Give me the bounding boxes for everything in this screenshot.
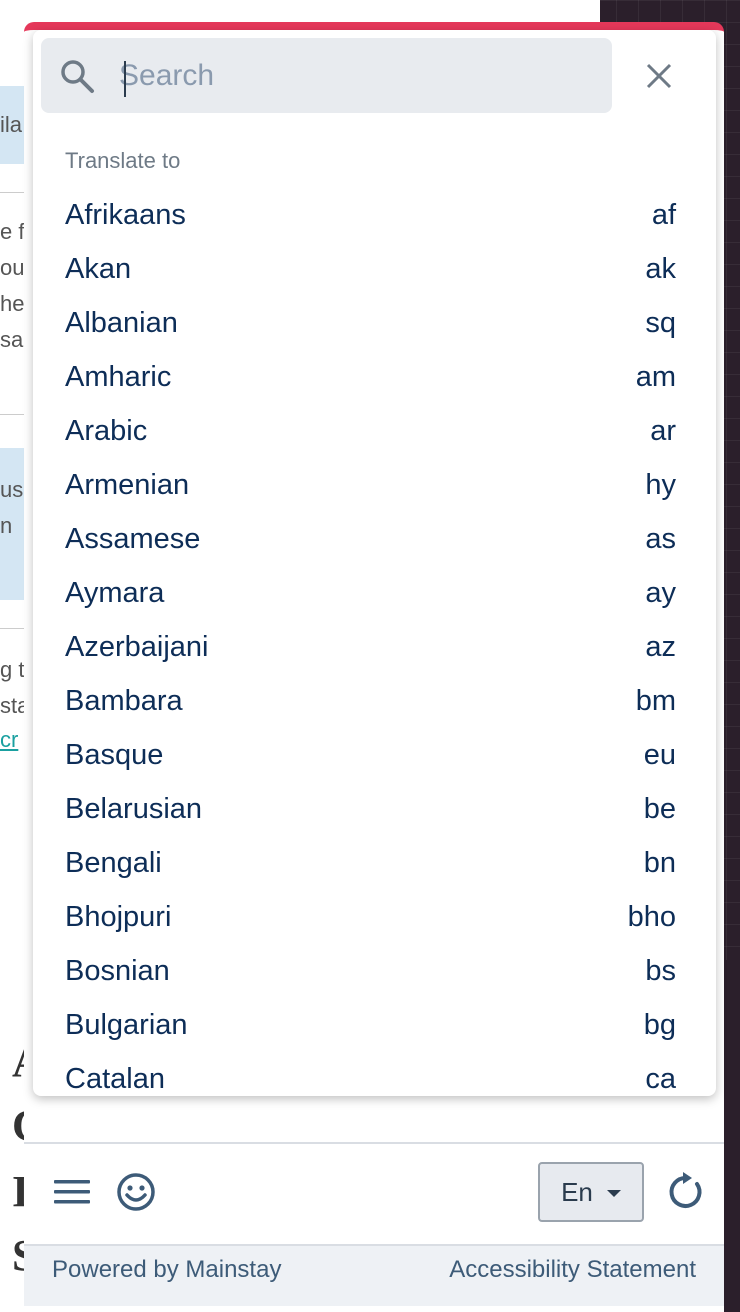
- language-option[interactable]: Afrikaans af: [33, 188, 716, 242]
- underlay-text: us: [0, 477, 24, 502]
- language-option[interactable]: Azerbaijani az: [33, 620, 716, 674]
- underlay-text: ou: [0, 255, 25, 280]
- language-option[interactable]: Bambara bm: [33, 674, 716, 728]
- underlay-text: n: [0, 513, 13, 538]
- accessibility-statement-link[interactable]: Accessibility Statement: [449, 1256, 696, 1284]
- language-option[interactable]: Akan ak: [33, 242, 716, 296]
- language-button-label: En: [561, 1176, 593, 1207]
- language-name: Aymara: [65, 576, 165, 609]
- language-code: as: [645, 522, 676, 555]
- menu-icon[interactable]: [54, 1174, 90, 1210]
- powered-by-text: Powered by Mainstay: [52, 1256, 282, 1283]
- widget-footer: Powered by Mainstay Accessibility Statem…: [24, 1244, 724, 1306]
- language-list: Afrikaans af Akan ak Albanian sq Amharic am …: [33, 188, 716, 1096]
- language-option[interactable]: Bulgarian bg: [33, 998, 716, 1052]
- language-dropdown: Translate to Afrikaans af Akan ak Albanian…: [33, 30, 716, 1096]
- search-box: [41, 38, 612, 113]
- language-name: Bambara: [65, 684, 183, 717]
- language-option[interactable]: Basque eu: [33, 728, 716, 782]
- close-icon[interactable]: [643, 60, 675, 92]
- language-name: Assamese: [65, 522, 201, 555]
- language-name: Bengali: [65, 846, 162, 879]
- underlay-text: sa: [0, 327, 24, 352]
- language-select-button[interactable]: En: [538, 1162, 644, 1222]
- language-code: sq: [645, 306, 676, 339]
- language-option[interactable]: Belarusian be: [33, 782, 716, 836]
- language-name: Afrikaans: [65, 198, 186, 231]
- refresh-icon[interactable]: [664, 1170, 708, 1214]
- language-code: hy: [645, 468, 676, 501]
- language-option[interactable]: Bosnian bs: [33, 944, 716, 998]
- language-code: bm: [635, 684, 676, 717]
- text-cursor: [124, 61, 126, 97]
- language-code: ar: [650, 414, 676, 447]
- search-icon: [61, 60, 94, 93]
- underlay-link: cr: [0, 727, 19, 752]
- language-name: Basque: [65, 738, 164, 771]
- language-code: ay: [645, 576, 676, 609]
- language-option[interactable]: Amharic am: [33, 350, 716, 404]
- language-code: bho: [627, 900, 676, 933]
- language-name: Bhojpuri: [65, 900, 172, 933]
- language-code: ak: [645, 252, 676, 285]
- underlay-text: he: [0, 291, 25, 316]
- language-code: af: [651, 198, 676, 231]
- language-name: Bosnian: [65, 954, 170, 987]
- search-input[interactable]: [117, 50, 591, 102]
- language-name: Akan: [65, 252, 132, 285]
- language-option[interactable]: Armenian hy: [33, 458, 716, 512]
- underlay-text: ila: [0, 112, 23, 137]
- language-code: ca: [645, 1062, 676, 1095]
- language-name: Arabic: [65, 414, 148, 447]
- language-option[interactable]: Aymara ay: [33, 566, 716, 620]
- language-option[interactable]: Arabic ar: [33, 404, 716, 458]
- language-name: Catalan: [65, 1062, 165, 1095]
- language-code: az: [645, 630, 676, 663]
- language-code: eu: [643, 738, 676, 771]
- chat-toolbar: En: [24, 1142, 724, 1244]
- language-name: Amharic: [65, 360, 172, 393]
- translate-to-label: Translate to: [65, 148, 181, 173]
- language-name: Belarusian: [65, 792, 203, 825]
- language-option[interactable]: Bengali bn: [33, 836, 716, 890]
- language-name: Azerbaijani: [65, 630, 209, 663]
- language-code: am: [635, 360, 676, 393]
- language-name: Albanian: [65, 306, 178, 339]
- chevron-down-icon: [606, 1189, 621, 1197]
- language-option[interactable]: Catalan ca: [33, 1052, 716, 1096]
- language-code: bn: [643, 846, 676, 879]
- language-name: Bulgarian: [65, 1008, 188, 1041]
- language-code: bg: [643, 1008, 676, 1041]
- language-option[interactable]: Albanian sq: [33, 296, 716, 350]
- emoji-icon[interactable]: [116, 1172, 156, 1212]
- language-option[interactable]: Assamese as: [33, 512, 716, 566]
- language-code: bs: [645, 954, 676, 987]
- language-code: be: [643, 792, 676, 825]
- language-name: Armenian: [65, 468, 190, 501]
- language-option[interactable]: Bhojpuri bho: [33, 890, 716, 944]
